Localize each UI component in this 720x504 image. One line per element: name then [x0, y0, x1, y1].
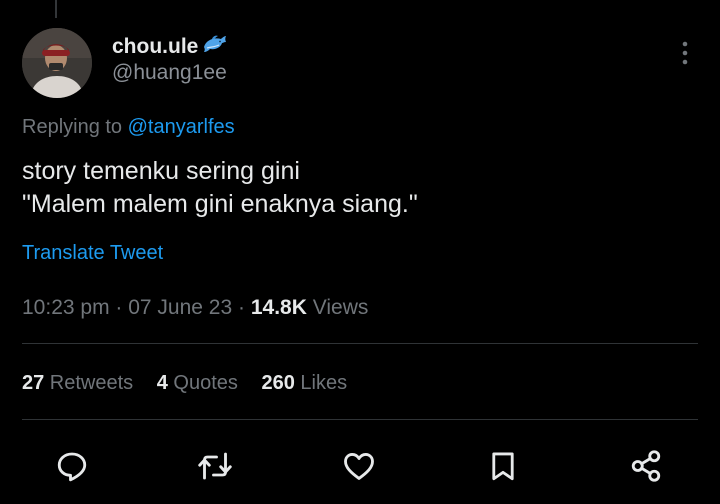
quotes-count: 4: [156, 372, 168, 394]
views-count: 14.8K: [250, 296, 307, 319]
share-button[interactable]: [626, 446, 666, 486]
likes-count: 260: [261, 372, 295, 394]
retweet-icon: [198, 452, 232, 480]
action-bar: [0, 440, 720, 490]
retweet-button[interactable]: [195, 446, 235, 486]
divider: [22, 419, 698, 420]
replying-to-mention[interactable]: @tanyarlfes: [128, 116, 235, 138]
tweet-text-line: "Malem malem gini enaknya siang.": [22, 190, 418, 218]
meta-separator: ·: [232, 296, 251, 319]
retweets-label: Retweets: [44, 372, 134, 394]
retweets-stat[interactable]: 27 Retweets: [22, 372, 133, 394]
tweet-meta: 10:23 pm · 07 June 23 · 14.8K Views: [22, 294, 368, 322]
tweet-date[interactable]: 07 June 23: [128, 296, 232, 319]
share-icon: [631, 450, 661, 482]
more-options-icon[interactable]: [676, 40, 694, 66]
likes-stat[interactable]: 260 Likes: [261, 372, 347, 394]
replying-prefix: Replying to: [22, 116, 128, 138]
divider: [22, 343, 698, 344]
thread-connector-line: [55, 0, 57, 18]
author-handle[interactable]: @huang1ee: [112, 61, 227, 85]
tweet-text-line: story temenku sering gini: [22, 157, 300, 185]
author-name-row[interactable]: chou.ule: [112, 34, 228, 59]
author-display-name[interactable]: chou.ule: [112, 35, 198, 59]
meta-separator: ·: [109, 296, 129, 319]
bookmark-button[interactable]: [483, 446, 523, 486]
replying-to: Replying to @tanyarlfes: [22, 114, 235, 140]
views-label: Views: [306, 296, 369, 319]
reply-button[interactable]: [52, 446, 92, 486]
dolphin-icon: [202, 34, 228, 59]
translate-tweet-link[interactable]: Translate Tweet: [22, 240, 163, 266]
like-button[interactable]: [339, 446, 379, 486]
avatar[interactable]: [22, 28, 92, 98]
bookmark-icon: [492, 452, 514, 481]
quotes-stat[interactable]: 4 Quotes: [157, 372, 238, 394]
tweet-time[interactable]: 10:23 pm: [22, 296, 110, 319]
like-icon: [344, 453, 374, 480]
reply-icon: [57, 452, 87, 482]
engagement-stats: 27 Retweets 4 Quotes 260 Likes: [22, 370, 365, 396]
tweet-text: story temenku sering gini "Malem malem g…: [22, 155, 418, 221]
likes-label: Likes: [294, 372, 348, 394]
retweets-count: 27: [22, 372, 45, 394]
quotes-label: Quotes: [167, 372, 238, 394]
